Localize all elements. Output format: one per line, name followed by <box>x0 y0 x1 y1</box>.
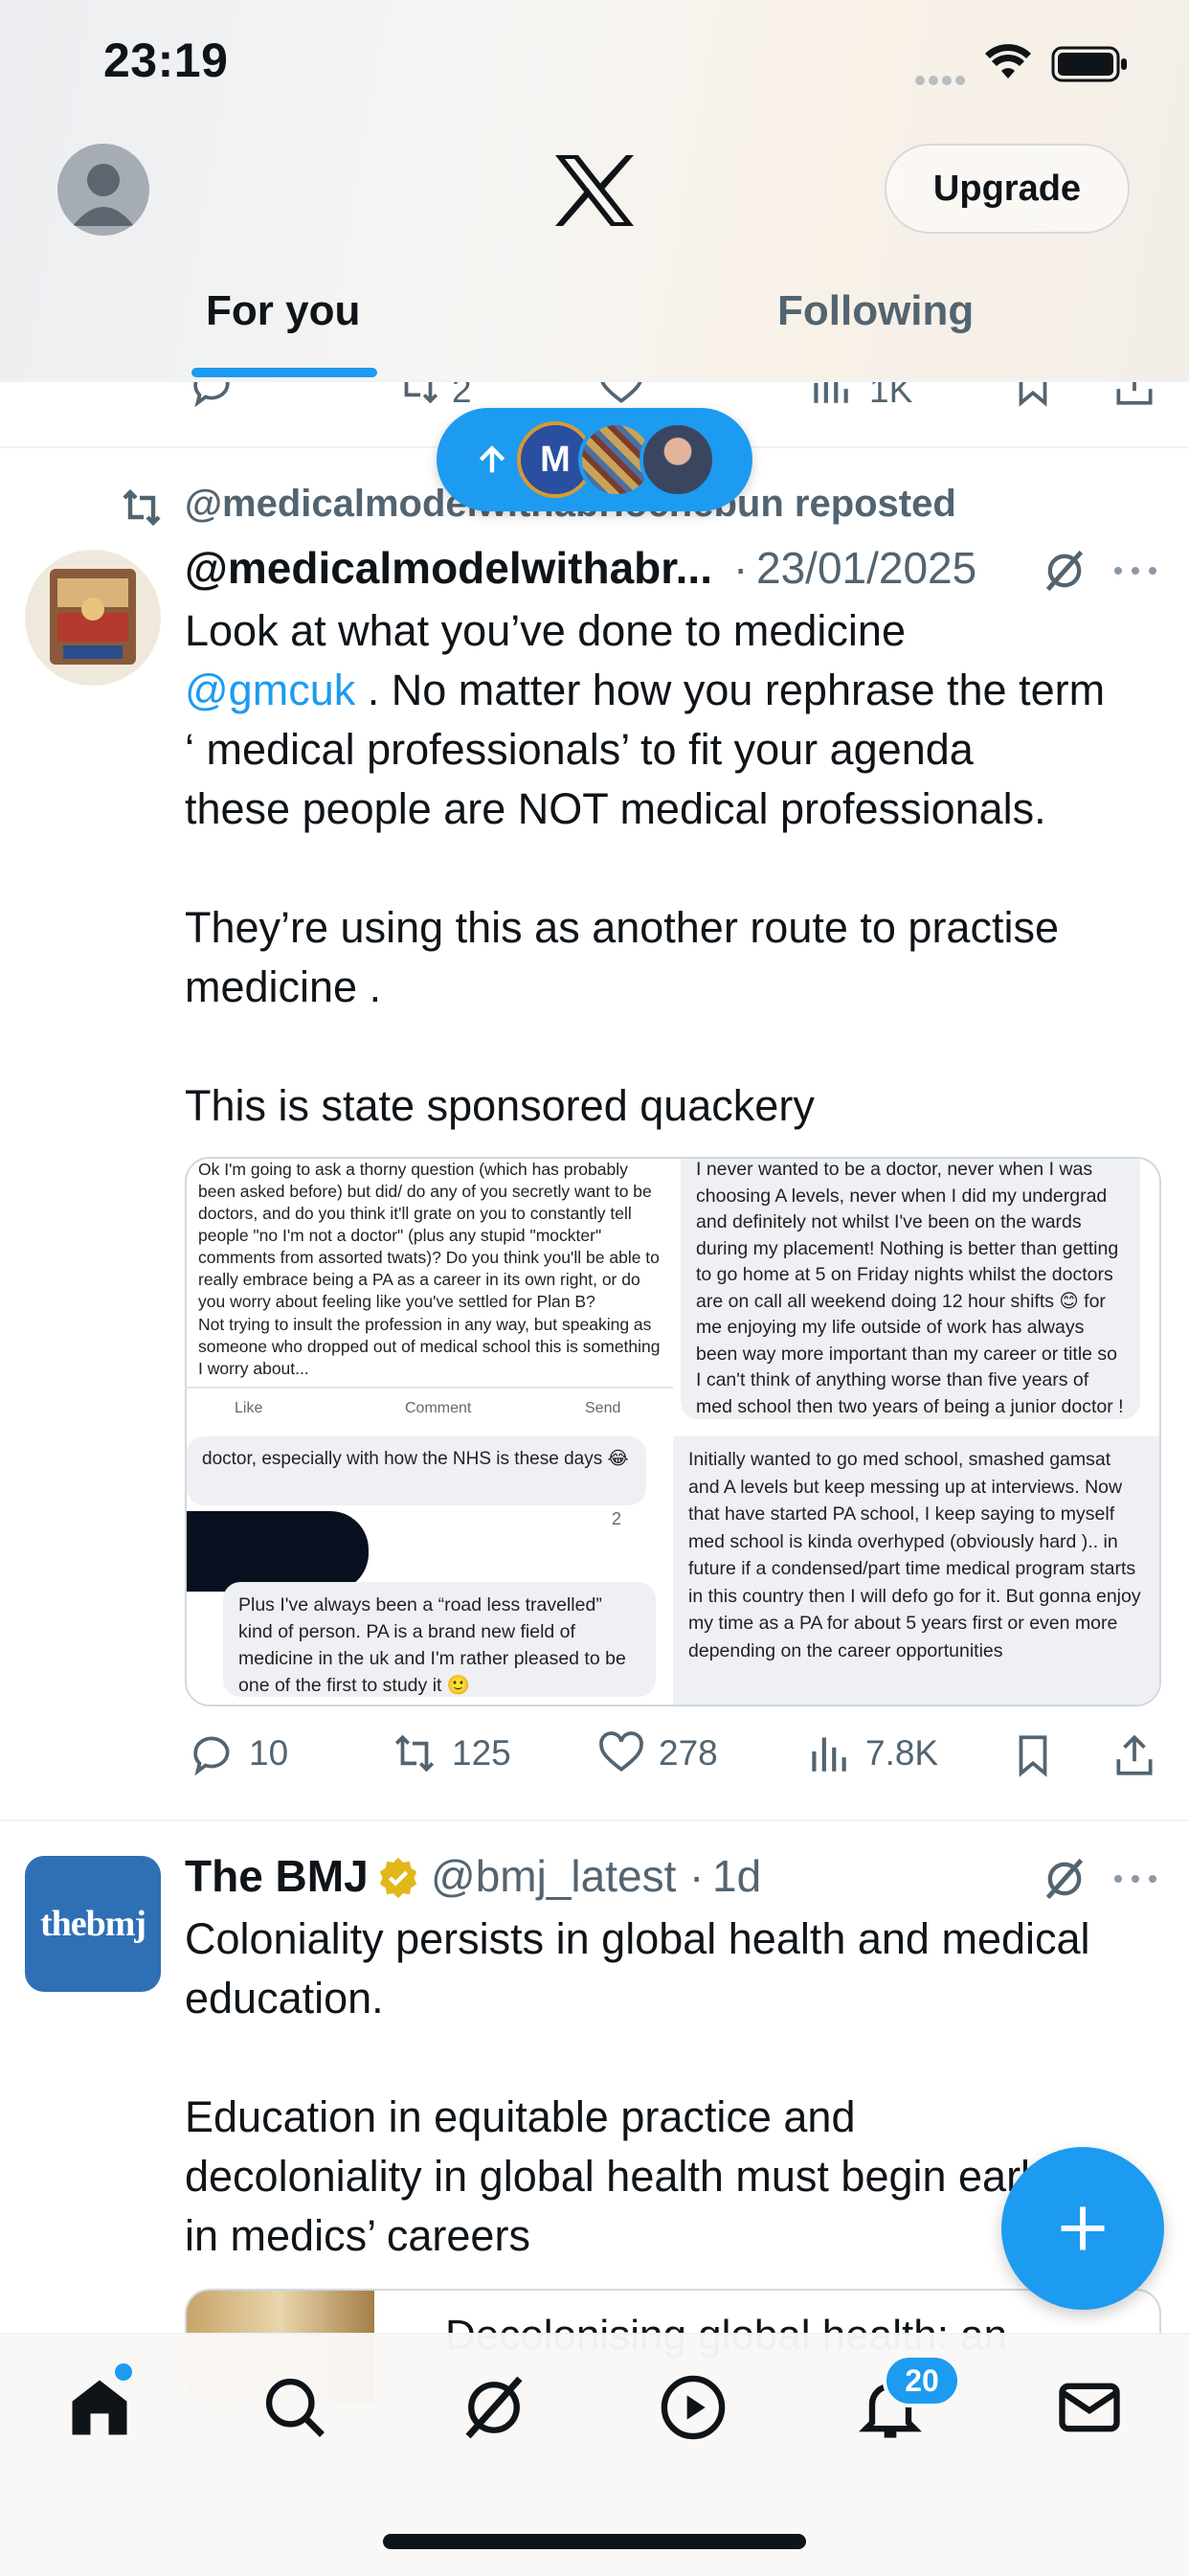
plus-icon <box>1061 2206 1105 2250</box>
pill-avatar-3 <box>639 421 716 498</box>
like-button[interactable]: 278 <box>597 1729 718 1777</box>
grok-nav-icon[interactable] <box>458 2371 530 2444</box>
retweet-icon <box>394 1734 435 1773</box>
media-comment-label: Comment <box>405 1400 472 1416</box>
more-options-icon[interactable] <box>1110 552 1160 590</box>
home-unread-dot <box>115 2363 132 2381</box>
tweet-date[interactable]: 1d <box>712 1850 761 1902</box>
media-question-2: Not trying to insult the profession in a… <box>198 1315 661 1378</box>
home-icon[interactable] <box>63 2371 136 2444</box>
gmc-meme-avatar-image <box>50 569 136 665</box>
grok-icon[interactable] <box>1040 546 1089 596</box>
media-like-label: Like <box>235 1400 263 1416</box>
reply-icon <box>193 1736 230 1776</box>
messages-envelope-icon[interactable] <box>1053 2371 1126 2444</box>
status-time: 23:19 <box>103 34 229 87</box>
like-icon[interactable] <box>597 382 645 409</box>
video-play-icon[interactable] <box>657 2371 729 2444</box>
media-redaction <box>187 1511 369 1592</box>
tab-following[interactable]: Following <box>777 287 974 335</box>
views-count: 7.8K <box>865 1733 939 1773</box>
media-divider <box>187 1387 673 1389</box>
media-reply-1: doctor, especially with how the NHS is t… <box>187 1436 646 1505</box>
verified-badge-icon <box>379 1857 417 1899</box>
prev-views-count: 1K <box>869 382 913 410</box>
active-tab-indicator <box>191 368 377 377</box>
reply-button[interactable]: 10 <box>188 1729 288 1777</box>
reply-count: 10 <box>249 1733 289 1773</box>
compose-button[interactable] <box>1001 2147 1164 2310</box>
media-reply-2: Plus I've always been a “road less trave… <box>223 1582 656 1697</box>
media-reaction-count: 2 <box>612 1509 622 1528</box>
upgrade-button[interactable]: Upgrade <box>885 144 1130 234</box>
media-right-comment-2: Initially wanted to go med school, smash… <box>673 1436 1159 1705</box>
bmj-avatar[interactable]: thebmj <box>25 1856 161 1992</box>
tweet-text-line1: Look at what you’ve done to medicine <box>185 606 906 655</box>
author-avatar[interactable] <box>25 550 161 686</box>
search-icon[interactable] <box>258 2371 331 2444</box>
tweet-media-image[interactable]: Ok I'm going to ask a thorny question (w… <box>185 1157 1161 1706</box>
default-user-icon <box>73 164 134 226</box>
like-count: 278 <box>659 1733 718 1773</box>
media-left-panel: Ok I'm going to ask a thorny question (w… <box>187 1159 673 1705</box>
bookmark-icon[interactable] <box>1009 382 1057 409</box>
bmj-avatar-text: thebmj <box>39 1904 146 1944</box>
tweet-text-rest: . No matter how you rephrase the term ‘ … <box>185 666 1106 1130</box>
media-question-1: Ok I'm going to ask a thorny question (w… <box>198 1160 660 1311</box>
share-icon[interactable] <box>1110 1731 1158 1779</box>
bookmark-icon[interactable] <box>1009 1731 1057 1779</box>
mention-link[interactable]: @gmcuk <box>185 666 355 714</box>
media-right-comment-1: I never wanted to be a doctor, never whe… <box>681 1159 1140 1419</box>
retweet-count: 125 <box>452 1733 511 1773</box>
cellular-signal-icon <box>914 65 972 88</box>
tweet-separator: · <box>733 543 749 593</box>
media-right-panel: I never wanted to be a doctor, never whe… <box>673 1159 1159 1705</box>
author-handle[interactable]: @bmj_latest <box>431 1850 676 1902</box>
views-icon[interactable] <box>806 382 854 409</box>
wifi-icon <box>984 44 1032 82</box>
media-send-label: Send <box>585 1400 621 1416</box>
retweet-icon[interactable] <box>394 382 442 409</box>
notification-count-badge: 20 <box>883 2354 961 2407</box>
prev-tweet-actions: 2 1K <box>0 382 1189 411</box>
tweet-date[interactable]: 23/01/2025 <box>756 542 976 594</box>
views-icon <box>812 1737 846 1772</box>
like-icon <box>599 1731 643 1773</box>
author-name[interactable]: @medicalmodelwithabr... <box>185 542 712 594</box>
retweet-button[interactable]: 125 <box>391 1729 511 1777</box>
profile-avatar-button[interactable] <box>57 144 149 236</box>
prev-retweet-count: 2 <box>452 382 472 410</box>
tweet-text: Look at what you’ve done to medicine @gm… <box>185 601 1171 1136</box>
views-button[interactable]: 7.8K <box>804 1729 938 1777</box>
battery-icon <box>1051 46 1130 82</box>
share-icon[interactable] <box>1110 382 1158 409</box>
author-name[interactable]: The BMJ <box>185 1850 369 1902</box>
arrow-up-icon <box>479 445 505 473</box>
tweet-separator: · <box>689 1851 705 1901</box>
grok-icon[interactable] <box>1040 1854 1089 1904</box>
more-options-icon[interactable] <box>1110 1860 1160 1898</box>
new-posts-pill[interactable]: M <box>437 408 752 511</box>
tab-for-you[interactable]: For you <box>206 287 360 335</box>
x-logo-icon[interactable] <box>553 153 636 228</box>
home-indicator <box>383 2534 806 2549</box>
repost-indicator-icon <box>123 488 161 527</box>
reply-icon[interactable] <box>188 382 236 409</box>
tweet-divider <box>0 1819 1189 1821</box>
